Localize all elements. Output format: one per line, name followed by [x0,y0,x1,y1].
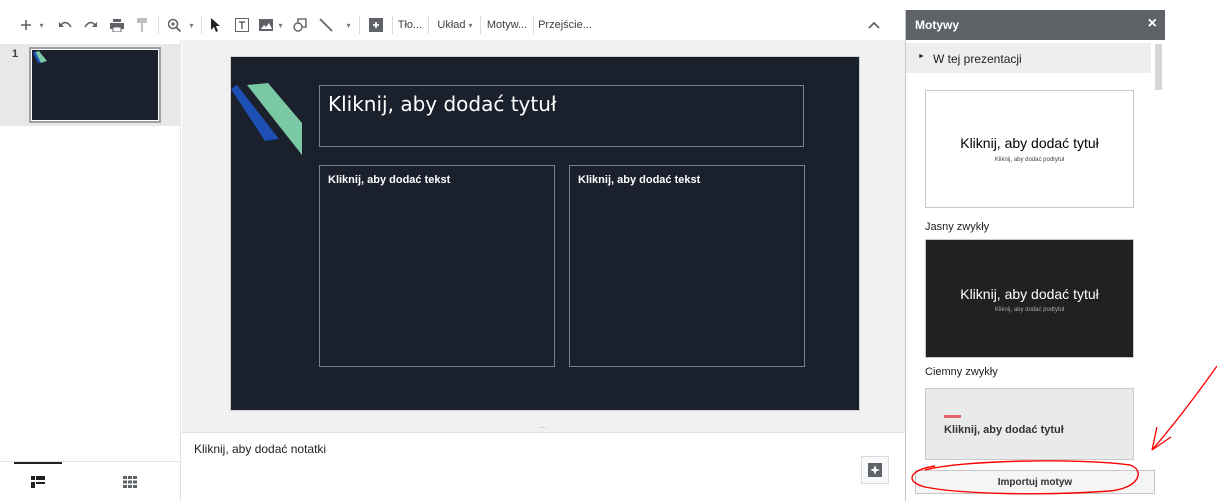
shape-icon[interactable] [290,10,310,40]
import-area: Importuj motyw [906,460,1165,501]
filmstrip-view-icon [31,476,45,488]
transition-button[interactable]: Przejście... [537,10,593,40]
add-comment-icon[interactable] [366,10,386,40]
redo-icon[interactable] [80,10,102,40]
theme-accent-line [944,415,961,418]
slide-number: 1 [12,48,19,60]
speaker-notes[interactable]: Kliknij, aby dodać notatki [182,433,905,501]
theme-preview-title: Kliknij, aby dodać tytuł [944,424,1064,436]
section-label: W tej prezentacji [933,52,1022,66]
theme-preview-subtitle: Kliknij, aby dodać podtytuł [994,157,1065,163]
toolbar: ▾ ▾ ▾ ▾ Tło... Układ ▾ Motyw... Przejści… [0,10,905,40]
theme-preview-subtitle: Kliknij, aby dodać podtytuł [994,307,1065,313]
theme-card-dark[interactable]: Kliknij, aby dodać tytuł Kliknij, aby do… [925,239,1134,358]
line-icon[interactable] [316,10,336,40]
scrollbar-thumb[interactable] [1155,44,1162,90]
section-in-this-presentation[interactable]: ► W tej prezentacji [906,43,1151,73]
paint-format-icon[interactable] [132,10,152,40]
slide-thumbnail[interactable] [29,47,161,123]
theme-card-light[interactable]: Kliknij, aby dodać tytuł Kliknij, aby do… [925,90,1134,208]
image-icon[interactable] [256,10,276,40]
themes-panel-header: Motywy × [906,10,1165,40]
slide-accent-shape [231,83,302,155]
panel-scrollbar[interactable] [1152,40,1165,501]
slide-thumbnail-row[interactable]: 1 [0,44,181,126]
grid-view-button[interactable] [100,462,160,501]
theme-card-third[interactable]: Kliknij, aby dodać tytuł [925,388,1134,460]
theme-preview-title: Kliknij, aby dodać tytuł [960,286,1099,302]
zoom-icon[interactable] [164,10,184,40]
text-box-icon[interactable] [232,10,252,40]
panel-title: Motywy [915,18,960,32]
new-slide-dropdown-icon[interactable]: ▾ [34,10,46,40]
theme-name-light: Jasny zwykły [925,221,990,233]
slide-canvas[interactable]: Kliknij, aby dodać tytuł Kliknij, aby do… [230,56,860,411]
layout-button[interactable]: Układ ▾ [434,10,476,40]
undo-icon[interactable] [54,10,76,40]
filmstrip-view-switcher [0,461,181,501]
notes-placeholder[interactable]: Kliknij, aby dodać notatki [194,442,326,456]
background-button[interactable]: Tło... [396,10,424,40]
select-cursor-icon[interactable] [205,10,225,40]
import-theme-button[interactable]: Importuj motyw [915,470,1155,494]
notes-resize-handle[interactable]: ··· [182,424,905,433]
explore-icon [868,463,882,477]
layout-dropdown-icon: ▾ [468,20,473,30]
grid-view-icon [123,476,137,488]
zoom-dropdown-icon[interactable]: ▾ [184,10,196,40]
theme-preview-title: Kliknij, aby dodać tytuł [960,135,1099,151]
themes-panel: Motywy × ► W tej prezentacji Kliknij, ab… [905,10,1165,501]
image-dropdown-icon[interactable]: ▾ [274,10,284,40]
filmstrip: 1 [0,40,181,501]
print-icon[interactable] [106,10,128,40]
theme-button[interactable]: Motyw... [484,10,530,40]
left-body-placeholder[interactable]: Kliknij, aby dodać tekst [319,165,555,367]
slides-editor: ▾ ▾ ▾ ▾ Tło... Układ ▾ Motyw... Przejści… [0,0,1217,501]
filmstrip-view-button[interactable] [8,462,68,501]
line-dropdown-icon[interactable]: ▾ [342,10,352,40]
close-icon[interactable]: × [1148,16,1157,32]
right-body-placeholder[interactable]: Kliknij, aby dodać tekst [569,165,805,367]
new-slide-plus-icon[interactable] [18,10,34,40]
explore-button[interactable] [861,456,889,484]
title-placeholder[interactable]: Kliknij, aby dodać tytuł [319,85,804,147]
collapse-triangle-icon: ► [918,53,925,60]
collapse-toolbar-chevron-up-icon[interactable] [864,10,884,40]
theme-name-dark: Ciemny zwykły [925,366,998,378]
slide-canvas-area: Kliknij, aby dodać tytuł Kliknij, aby do… [182,40,905,425]
